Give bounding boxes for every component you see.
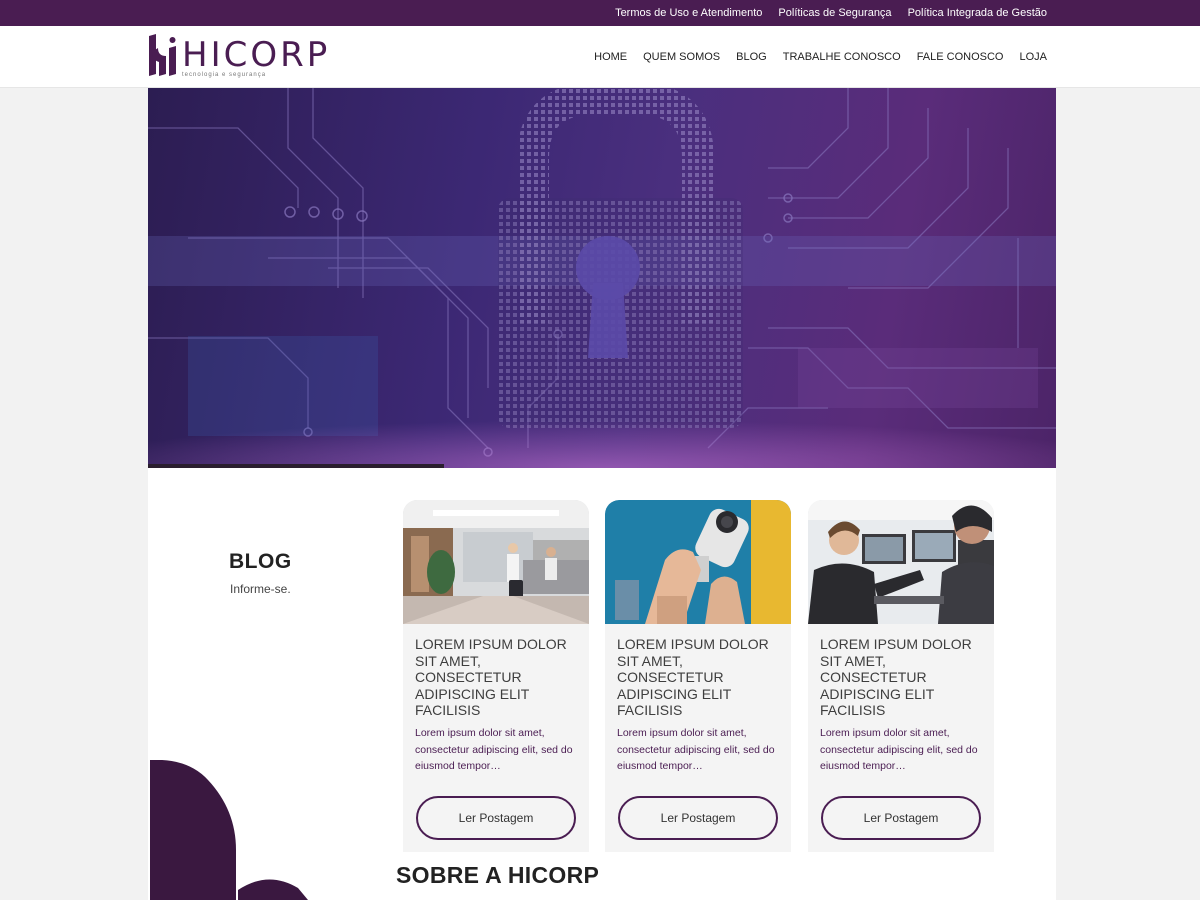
security-monitoring-room-photo[interactable] — [808, 500, 994, 624]
about-heading: SOBRE A HICORP — [396, 862, 600, 888]
logo-tagline: tecnologia e segurança — [182, 72, 267, 78]
nav-item-loja[interactable]: LOJA — [1019, 51, 1047, 63]
card-title[interactable]: LOREM IPSUM DOLOR SIT AMET, CONSECTETUR … — [820, 636, 984, 719]
logo-mark-icon — [149, 34, 176, 76]
nav-item-fale-conosco[interactable]: FALE CONOSCO — [917, 51, 1004, 63]
blog-card: LOREM IPSUM DOLOR SIT AMET, CONSECTETUR … — [605, 500, 791, 852]
decorative-logo-shape — [150, 760, 308, 900]
hero-banner — [148, 88, 1056, 468]
main-nav: HOME QUEM SOMOS BLOG TRABALHE CONOSCO FA… — [594, 26, 1047, 88]
main-content: BLOG Informe-se. LOREM IPSUM DOLOR SIT A… — [148, 88, 1056, 900]
nav-item-trabalhe-conosco[interactable]: TRABALHE CONOSCO — [783, 51, 901, 63]
padlock-circuit-icon — [148, 88, 1056, 468]
card-title[interactable]: LOREM IPSUM DOLOR SIT AMET, CONSECTETUR … — [617, 636, 781, 719]
nav-item-home[interactable]: HOME — [594, 51, 627, 63]
hotel-lobby-photo[interactable] — [403, 500, 589, 624]
blog-subheading: Informe-se. — [230, 582, 291, 596]
blog-heading: BLOG — [229, 550, 292, 573]
site-logo[interactable]: HICORP tecnologia e segurança — [148, 34, 327, 82]
card-excerpt: Lorem ipsum dolor sit amet, consectetur … — [820, 727, 978, 772]
read-post-button[interactable]: Ler Postagem — [821, 796, 981, 840]
security-policies-link[interactable]: Políticas de Segurança — [778, 7, 891, 19]
card-title[interactable]: LOREM IPSUM DOLOR SIT AMET, CONSECTETUR … — [415, 636, 579, 719]
read-post-button[interactable]: Ler Postagem — [416, 796, 576, 840]
read-post-button[interactable]: Ler Postagem — [618, 796, 778, 840]
top-utility-bar: Termos de Uso e Atendimento Políticas de… — [0, 0, 1200, 26]
nav-item-blog[interactable]: BLOG — [736, 51, 767, 63]
site-header: HICORP tecnologia e segurança HOME QUEM … — [0, 26, 1200, 88]
blog-card: LOREM IPSUM DOLOR SIT AMET, CONSECTETUR … — [808, 500, 994, 852]
blog-card: LOREM IPSUM DOLOR SIT AMET, CONSECTETUR … — [403, 500, 589, 852]
utility-links: Termos de Uso e Atendimento Políticas de… — [615, 0, 1047, 26]
logo-wordmark: HICORP — [182, 35, 331, 75]
security-camera-installation-photo[interactable] — [605, 500, 791, 624]
terms-link[interactable]: Termos de Uso e Atendimento — [615, 7, 762, 19]
nav-item-quem-somos[interactable]: QUEM SOMOS — [643, 51, 720, 63]
hero-progress-bar — [148, 464, 444, 468]
card-excerpt: Lorem ipsum dolor sit amet, consectetur … — [617, 727, 775, 772]
management-policy-link[interactable]: Política Integrada de Gestão — [908, 7, 1047, 19]
card-excerpt: Lorem ipsum dolor sit amet, consectetur … — [415, 727, 573, 772]
